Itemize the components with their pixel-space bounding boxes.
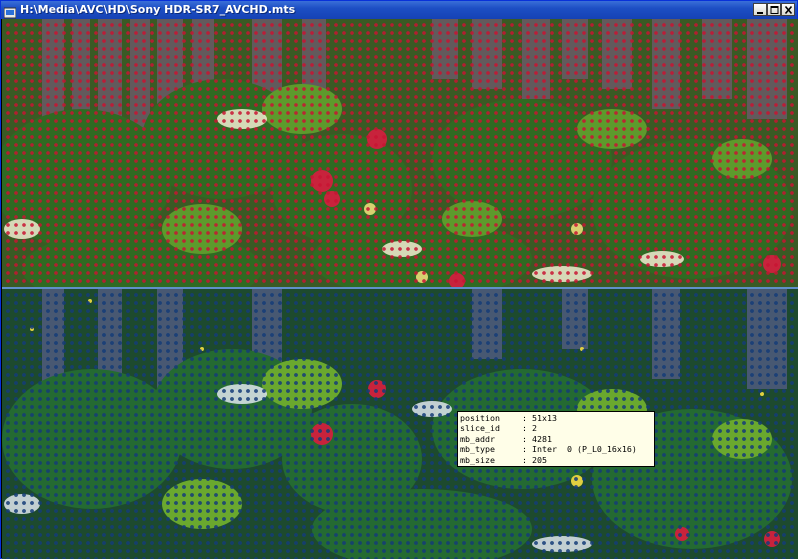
minimize-button[interactable] <box>753 3 767 16</box>
minimize-icon <box>757 12 763 14</box>
tooltip-key: position <box>460 413 500 423</box>
tooltip-key: mb_size <box>460 454 495 465</box>
tooltip-value: Inter 0 (P_L0_16x16) <box>532 444 637 455</box>
close-button[interactable] <box>781 3 795 16</box>
tooltip-value: 205 <box>532 454 547 465</box>
tooltip-value: 4281 <box>532 433 552 444</box>
tooltip-row-slice-id: slice_id:2 <box>460 423 652 433</box>
tooltip-row-mb-size: mb_size:205 <box>460 455 652 465</box>
tooltip-row-position: position:51x13 <box>460 413 652 423</box>
app-icon <box>3 4 17 19</box>
tooltip-separator: : <box>522 444 527 455</box>
macroblock-overlay <box>2 19 798 287</box>
tooltip-key: mb_addr <box>460 433 495 444</box>
maximize-icon <box>770 6 779 14</box>
tooltip-separator: : <box>522 423 527 434</box>
macroblock-info-tooltip: position:51x13 slice_id:2 mb_addr:4281 m… <box>457 411 655 467</box>
tooltip-row-mb-addr: mb_addr:4281 <box>460 434 652 444</box>
tooltip-separator: : <box>522 433 527 444</box>
tooltip-key: slice_id <box>460 423 500 434</box>
macroblock-map-view[interactable] <box>2 289 798 559</box>
window-title: H:\Media\AVC\HD\Sony HDR-SR7_AVCHD.mts <box>20 3 296 16</box>
tooltip-value: 2 <box>532 423 537 434</box>
tooltip-separator: : <box>522 413 527 423</box>
analyzer-window: H:\Media\AVC\HD\Sony HDR-SR7_AVCHD.mts p… <box>0 0 798 559</box>
macroblock-overlay <box>2 289 798 559</box>
title-bar[interactable]: H:\Media\AVC\HD\Sony HDR-SR7_AVCHD.mts <box>1 1 797 19</box>
decoded-frame-view[interactable] <box>2 19 798 287</box>
tooltip-key: mb_type <box>460 444 495 455</box>
tooltip-value: 51x13 <box>532 413 557 423</box>
maximize-button[interactable] <box>767 3 781 16</box>
tooltip-separator: : <box>522 454 527 465</box>
close-icon <box>784 5 793 15</box>
tooltip-row-mb-type: mb_type: Inter 0 (P_L0_16x16) <box>460 444 652 454</box>
